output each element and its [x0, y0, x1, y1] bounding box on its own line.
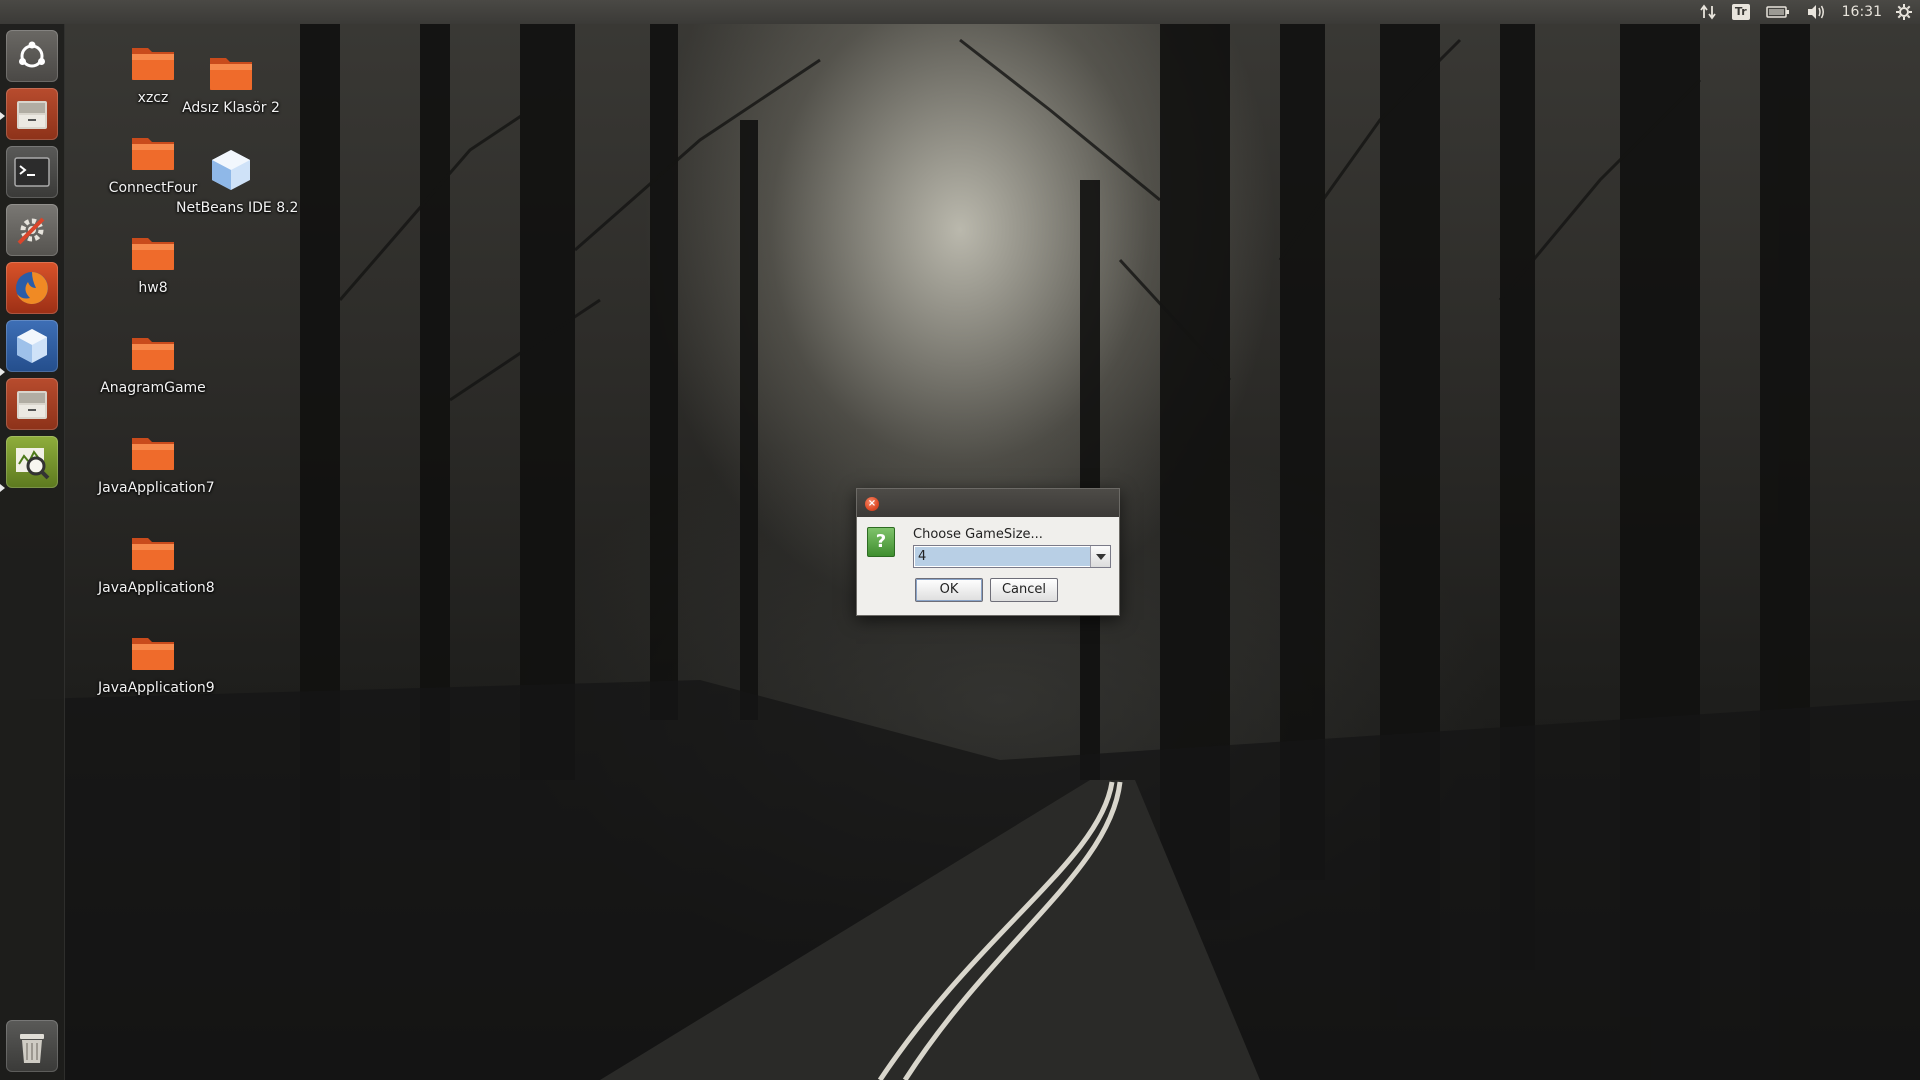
- launcher-netbeans-button[interactable]: [6, 320, 58, 372]
- desktop-icon-netbeans[interactable]: NetBeans IDE 8.2: [176, 148, 299, 216]
- dialog-titlebar[interactable]: ×: [857, 489, 1119, 517]
- netbeans-cube-icon: [212, 150, 250, 190]
- launcher-terminal-button[interactable]: [6, 146, 58, 198]
- folder-icon: [132, 438, 174, 470]
- terminal-icon: [14, 157, 50, 187]
- running-indicator: [0, 368, 5, 376]
- netbeans-cube-icon: [17, 329, 47, 363]
- launcher-system-settings-button[interactable]: [6, 204, 58, 256]
- running-indicator: [0, 112, 5, 120]
- launcher: [0, 24, 65, 1080]
- top-panel: Tr 16:31: [0, 0, 1920, 24]
- launcher-files-button[interactable]: [6, 88, 58, 140]
- battery-icon[interactable]: [1765, 0, 1790, 24]
- desktop-icon-label: hw8: [138, 280, 168, 296]
- desktop-icon-javaapplication8[interactable]: JavaApplication8: [98, 532, 215, 596]
- folder-icon: [132, 48, 174, 80]
- desktop-icon-adsiz-klasor-2[interactable]: Adsız Klasör 2: [176, 52, 286, 116]
- running-indicator: [0, 484, 5, 492]
- desktop-icon-label: Adsız Klasör 2: [182, 100, 280, 116]
- desktop-icon-label: AnagramGame: [100, 380, 206, 396]
- desktop-icon-label: JavaApplication7: [98, 480, 215, 496]
- question-icon: ?: [867, 527, 895, 557]
- desktop-icon-javaapplication7[interactable]: JavaApplication7: [98, 432, 215, 496]
- chevron-down-icon[interactable]: [1090, 546, 1110, 567]
- folder-icon: [132, 638, 174, 670]
- close-icon[interactable]: ×: [865, 497, 879, 511]
- cancel-button[interactable]: Cancel: [990, 578, 1058, 602]
- session-gear-icon[interactable]: [1896, 0, 1912, 24]
- launcher-firefox-button[interactable]: [6, 262, 58, 314]
- launcher-dash-button[interactable]: [6, 30, 58, 82]
- folder-icon: [132, 238, 174, 270]
- clock[interactable]: 16:31: [1842, 0, 1882, 24]
- launcher-trash-button[interactable]: [6, 1020, 58, 1072]
- folder-icon: [210, 58, 252, 90]
- launcher-files-2-button[interactable]: [6, 378, 58, 430]
- keyboard-layout-indicator[interactable]: Tr: [1731, 0, 1750, 24]
- folder-icon: [132, 138, 174, 170]
- desktop-icon-javaapplication9[interactable]: JavaApplication9: [98, 632, 215, 696]
- desktop-icon-anagramgame[interactable]: AnagramGame: [98, 332, 208, 396]
- trash-icon: [20, 1034, 44, 1063]
- dialog-prompt: Choose GameSize...: [913, 527, 1043, 542]
- ok-button[interactable]: OK: [915, 578, 983, 602]
- gamesize-combobox[interactable]: 4: [913, 545, 1111, 568]
- network-updown-icon[interactable]: [1700, 0, 1716, 24]
- file-cabinet-icon: [17, 391, 47, 419]
- ubuntu-logo-icon: [19, 41, 45, 68]
- desktop-icon-label: JavaApplication9: [98, 680, 215, 696]
- keyboard-layout-label: Tr: [1731, 4, 1750, 20]
- desktop-icon-hw8[interactable]: hw8: [98, 232, 208, 296]
- system-tray: Tr 16:31: [1692, 0, 1920, 24]
- firefox-icon: [16, 272, 48, 304]
- settings-tools-icon: [17, 217, 45, 245]
- file-cabinet-icon: [17, 101, 47, 129]
- desktop-icon-label: NetBeans IDE 8.2: [176, 200, 299, 216]
- volume-icon[interactable]: [1806, 0, 1826, 24]
- desktop-icon-label: JavaApplication8: [98, 580, 215, 596]
- gamesize-selected-value[interactable]: 4: [915, 547, 1090, 566]
- folder-icon: [132, 538, 174, 570]
- folder-icon: [132, 338, 174, 370]
- launcher-system-monitor-button[interactable]: [6, 436, 58, 488]
- system-monitor-icon: [16, 448, 50, 480]
- choose-gamesize-dialog: × ? Choose GameSize... 4 OK Cancel: [856, 488, 1120, 616]
